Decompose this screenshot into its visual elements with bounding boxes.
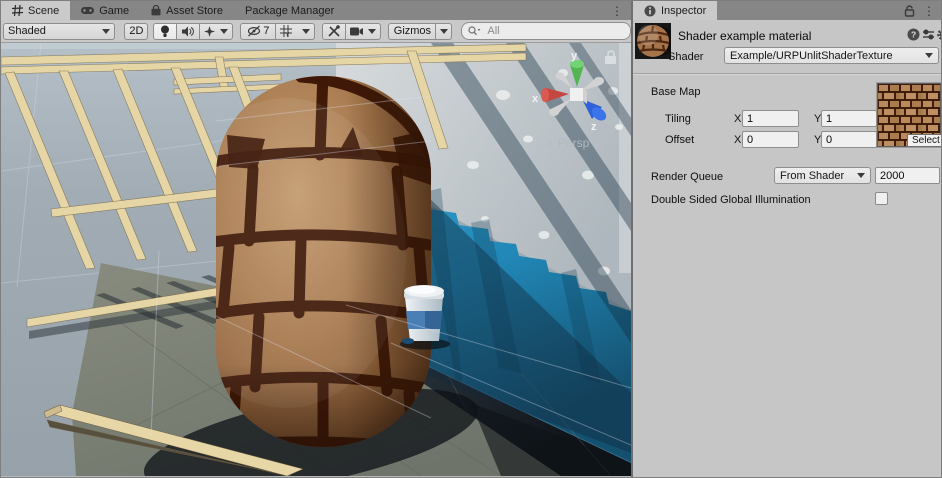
offset-x-input[interactable] — [742, 131, 799, 148]
gamepad-icon — [81, 6, 94, 15]
info-icon — [644, 5, 656, 17]
tab-inspector-label: Inspector — [661, 5, 706, 17]
hidden-count: 7 — [263, 25, 269, 37]
tiling-x-input[interactable] — [742, 110, 799, 127]
chevron-down-icon — [857, 173, 865, 178]
grid-snap-icon: Y — [280, 25, 292, 37]
shading-mode-label: Shaded — [8, 25, 46, 37]
persp-chevron-icon: ‹ — [548, 136, 552, 151]
axis-y-label: y — [571, 50, 578, 62]
chevron-down-icon — [440, 29, 448, 34]
lock-icon[interactable] — [904, 5, 915, 17]
shader-value: Example/URPUnlitShaderTexture — [730, 50, 893, 62]
tab-asset-store[interactable]: Asset Store — [140, 1, 234, 20]
asset-store-bag-icon — [151, 5, 161, 16]
help-icon[interactable]: ? — [907, 28, 920, 41]
grid-settings-button[interactable]: Y — [275, 23, 315, 40]
inspector-menu-icon[interactable]: ⋮ — [923, 5, 935, 17]
material-preview-sphere[interactable] — [635, 23, 671, 59]
camera-icon — [350, 27, 364, 36]
presets-icon[interactable] — [922, 28, 935, 41]
chevron-down-icon — [302, 29, 310, 34]
tab-game-label: Game — [99, 5, 129, 17]
chevron-down-icon — [925, 53, 933, 58]
offset-x-axis-label[interactable]: X — [734, 134, 741, 146]
camera-settings-button[interactable] — [345, 23, 381, 40]
offset-label: Offset — [665, 134, 694, 146]
shader-dropdown[interactable]: Example/URPUnlitShaderTexture — [724, 47, 939, 64]
tab-scene-label: Scene — [28, 5, 59, 17]
base-map-label: Base Map — [651, 86, 701, 98]
scene-toolbar: Shaded 2D — [1, 20, 631, 43]
scene-search-box[interactable] — [461, 22, 631, 40]
tab-asset-store-label: Asset Store — [166, 5, 223, 17]
search-icon — [468, 26, 481, 36]
scene-pane-menu-icon[interactable]: ⋮ — [611, 5, 623, 17]
inspector-tabstrip: Inspector ⋮ — [633, 1, 942, 20]
tab-package-manager-label: Package Manager — [245, 5, 334, 17]
texture-select-button[interactable]: Select — [907, 134, 942, 147]
scene-viewport[interactable]: y x z ‹ Persp — [1, 43, 631, 476]
tiling-label: Tiling — [665, 113, 691, 125]
tiling-y-input[interactable] — [821, 110, 877, 127]
gizmos-label: Gizmos — [394, 25, 431, 37]
inspector-body: Shader example material ? Shader Exam — [633, 20, 942, 478]
svg-text:?: ? — [911, 30, 916, 40]
scene-grid-icon — [12, 5, 23, 16]
inspector-panel: Inspector ⋮ — [631, 1, 942, 478]
scene-visibility-button[interactable]: 7 — [240, 23, 276, 40]
eye-off-icon — [247, 25, 262, 37]
search-input[interactable] — [485, 24, 609, 38]
effects-dropdown-button[interactable] — [199, 23, 233, 40]
tab-package-manager[interactable]: Package Manager — [234, 1, 345, 20]
2d-label: 2D — [129, 25, 143, 37]
render-queue-mode: From Shader — [780, 170, 844, 182]
lightbulb-icon — [160, 25, 170, 38]
lighting-toggle-button[interactable] — [153, 23, 177, 40]
dsgi-checkbox[interactable] — [875, 192, 888, 205]
dsgi-label: Double Sided Global Illumination — [651, 194, 811, 206]
tab-scene[interactable]: Scene — [1, 1, 70, 20]
unity-editor-window: Scene Game Asset Store Package Manager ⋮… — [0, 0, 942, 478]
axis-x-label: x — [532, 93, 539, 105]
chevron-down-icon — [220, 29, 228, 34]
scene-tabstrip: Scene Game Asset Store Package Manager ⋮ — [1, 1, 631, 20]
2d-toggle-button[interactable]: 2D — [124, 23, 148, 40]
material-title: Shader example material — [678, 29, 811, 43]
axis-z-label: z — [591, 121, 597, 133]
chevron-down-icon — [368, 29, 376, 34]
editor-tools-button[interactable] — [322, 23, 346, 40]
gizmo-cube[interactable] — [570, 88, 583, 101]
render-queue-value-input[interactable] — [875, 167, 940, 184]
shading-mode-dropdown[interactable]: Shaded — [3, 23, 115, 40]
svg-text:Y: Y — [286, 33, 290, 38]
projection-label[interactable]: Persp — [558, 136, 590, 150]
offset-y-input[interactable] — [821, 131, 877, 148]
gizmos-button[interactable]: Gizmos — [388, 23, 436, 40]
render-queue-dropdown[interactable]: From Shader — [774, 167, 871, 184]
tab-game[interactable]: Game — [70, 1, 140, 20]
render-queue-label: Render Queue — [651, 171, 723, 183]
shader-label: Shader — [668, 51, 703, 63]
tiling-x-axis-label[interactable]: X — [734, 113, 741, 125]
effects-star-icon — [204, 26, 215, 37]
audio-toggle-button[interactable] — [176, 23, 200, 40]
gear-icon[interactable] — [936, 28, 942, 41]
divider — [633, 73, 942, 74]
tab-inspector[interactable]: Inspector — [633, 1, 717, 20]
tools-icon — [328, 25, 340, 37]
speaker-icon — [182, 26, 194, 37]
chevron-down-icon — [102, 29, 110, 34]
gizmos-dropdown-button[interactable] — [435, 23, 452, 40]
